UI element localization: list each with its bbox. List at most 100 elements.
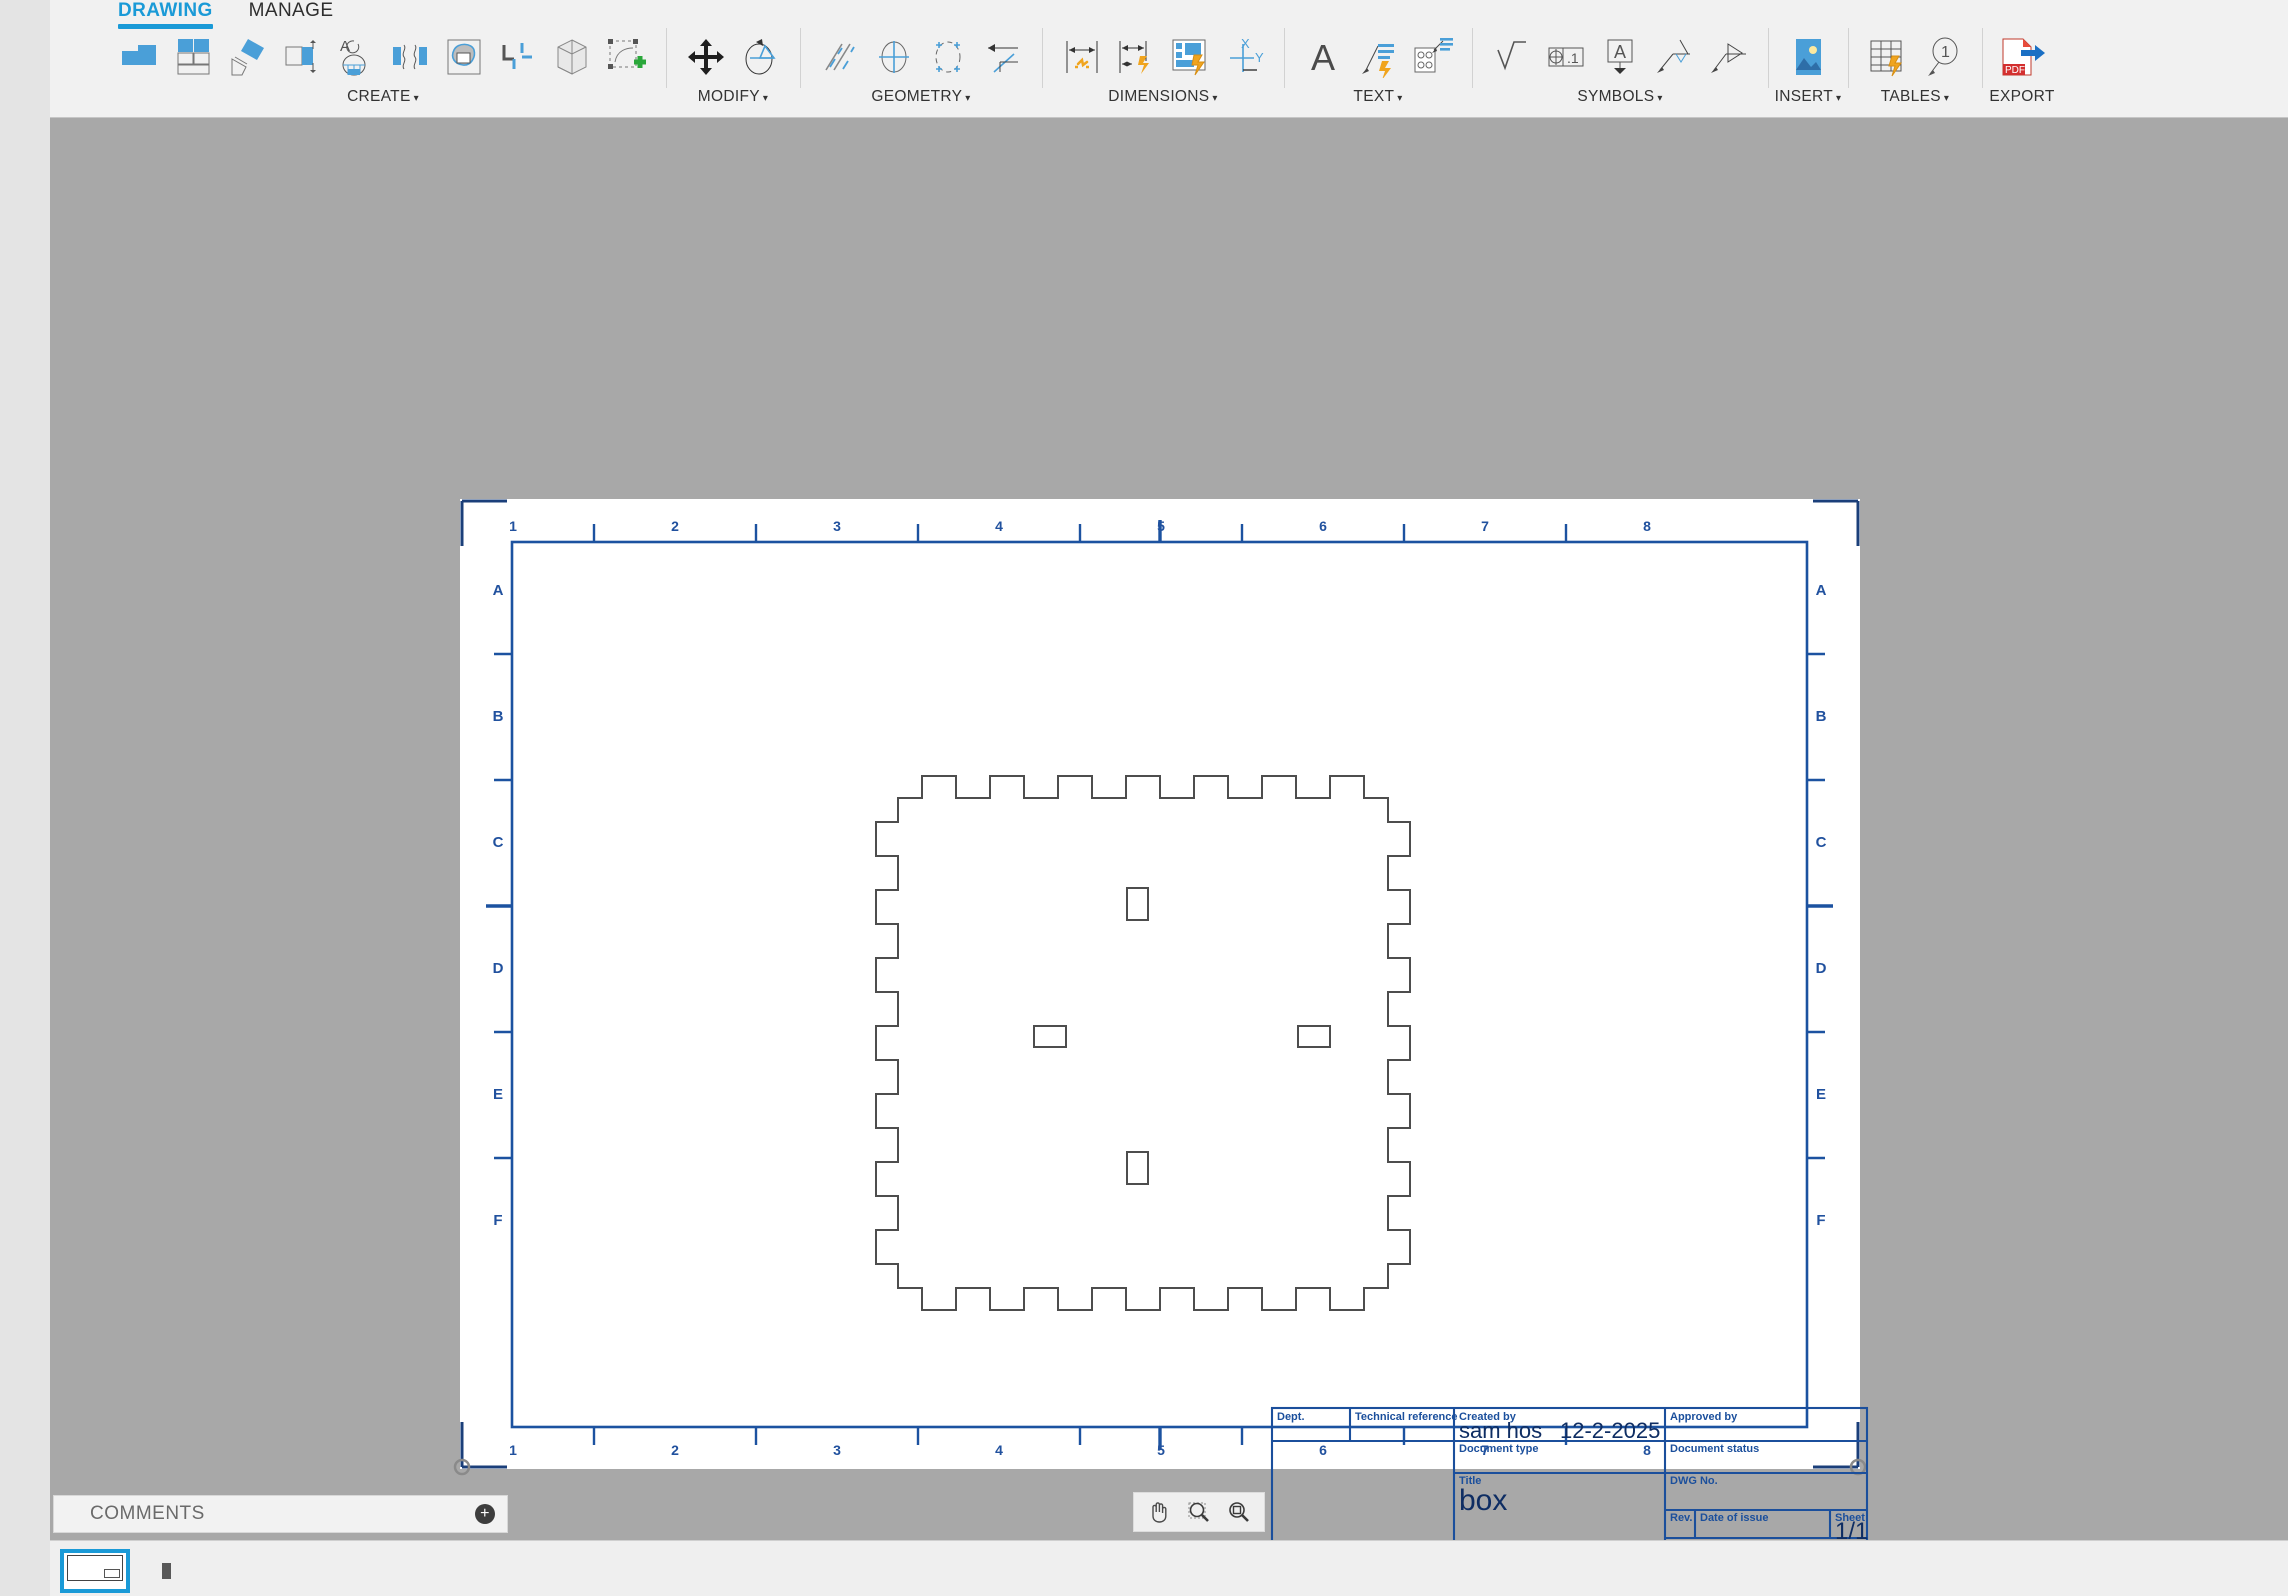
export-pdf-icon[interactable]: PDF [1996, 27, 2048, 87]
panel-dimensions-icons: XY [1048, 22, 1278, 92]
tb-value-createdby: sam hos [1459, 1418, 1542, 1443]
zone-letter-right-E: E [1816, 1086, 1826, 1103]
datum-identifier-icon[interactable]: A [1594, 27, 1646, 87]
balloon-icon[interactable]: 1 [1916, 27, 1968, 87]
zoom-fit-icon[interactable] [1220, 1495, 1258, 1529]
tb-caption-docstatus: Document status [1670, 1443, 1759, 1455]
zone-letter-left-D: D [493, 960, 504, 977]
move-icon[interactable] [680, 27, 732, 87]
edge-extension-icon[interactable] [976, 27, 1028, 87]
weld-symbol-icon[interactable] [1648, 27, 1700, 87]
centerline-icon[interactable] [814, 27, 866, 87]
svg-text:.1: .1 [1567, 50, 1579, 66]
auto-dimension-icon[interactable] [1164, 27, 1216, 87]
pan-icon[interactable] [1140, 1495, 1178, 1529]
left-rail [0, 0, 50, 1596]
zone-num-bot-1: 1 [509, 1442, 517, 1458]
surface-texture-icon[interactable] [1486, 27, 1538, 87]
zone-letter-left-F: F [493, 1212, 502, 1229]
isometric-view-icon[interactable] [546, 27, 598, 87]
chevron-down-icon: ▾ [762, 93, 769, 104]
zone-letter-right-F: F [1816, 1212, 1825, 1229]
add-comment-icon[interactable]: + [475, 1504, 495, 1524]
svg-text:A: A [1614, 42, 1626, 62]
drawing-canvas[interactable]: Dept. Technical reference Created by App… [50, 118, 2288, 1596]
leader-text-icon[interactable] [1352, 27, 1404, 87]
chevron-down-icon: ▾ [1943, 93, 1950, 104]
zone-num-top-7: 7 [1481, 518, 1489, 534]
panel-symbols: .1 A SYMBOLS ▾ [1472, 22, 1768, 106]
text-icon[interactable]: A [1298, 27, 1350, 87]
ribbon-panels: A CREATE ▾ MODIFY ▾ GEOMETRY ▾ X Y DIMEN… [100, 22, 2288, 118]
panel-text: A TEXT ▾ [1284, 22, 1472, 106]
panel-text-icons: A [1290, 22, 1466, 92]
section-view-icon[interactable] [276, 27, 328, 87]
tb-caption-techref: Technical reference [1355, 1411, 1458, 1423]
panel-symbols-label[interactable]: SYMBOLS ▾ [1577, 88, 1662, 106]
panel-insert: INSERT ▾ [1768, 22, 1848, 106]
fusion-drawing-workspace: DRAWING MANAGE A CREATE ▾ MODIFY ▾ GEOME… [0, 0, 2288, 1596]
zone-letter-left-E: E [493, 1086, 503, 1103]
break-view-icon[interactable] [384, 27, 436, 87]
panel-modify-icons [672, 22, 794, 92]
insert-image-icon[interactable] [1782, 27, 1834, 87]
zoom-window-icon[interactable] [1180, 1495, 1218, 1529]
tb-caption-doctype: Document type [1459, 1443, 1538, 1455]
panel-dimensions-label[interactable]: DIMENSIONS ▾ [1108, 88, 1218, 106]
zone-num-top-2: 2 [671, 518, 679, 534]
panel-modify-label[interactable]: MODIFY ▾ [698, 88, 768, 106]
zone-num-bot-4: 4 [995, 1442, 1003, 1458]
tb-caption-rev: Rev. [1670, 1512, 1692, 1524]
chevron-down-icon: ▾ [965, 93, 971, 104]
tb-caption-dept: Dept. [1277, 1411, 1305, 1423]
zone-num-bot-2: 2 [671, 1442, 679, 1458]
svg-text:1: 1 [1941, 44, 1950, 61]
feature-control-frame-icon[interactable]: .1 [1540, 27, 1592, 87]
origin-icon[interactable]: XY [1218, 27, 1270, 87]
table-icon[interactable] [1862, 27, 1914, 87]
panel-create-label[interactable]: CREATE ▾ [347, 88, 419, 106]
zone-letter-left-C: C [493, 834, 504, 851]
panel-export: PDF EXPORT [1982, 22, 2062, 106]
svg-text:A: A [1311, 37, 1335, 78]
zone-num-bot-5: 5 [1157, 1442, 1165, 1458]
panel-tables-icons: 1 [1854, 22, 1976, 92]
tb-value-title: box [1459, 1484, 1507, 1517]
svg-text:Y: Y [1255, 50, 1264, 65]
sheet-thumbnail-icon [67, 1555, 123, 1581]
base-view-icon[interactable] [114, 27, 166, 87]
panel-export-label[interactable]: EXPORT [1989, 88, 2054, 106]
panel-dimensions: XY DIMENSIONS ▾ [1042, 22, 1284, 106]
sheet-tab-sheet1[interactable] [60, 1549, 130, 1593]
chevron-down-icon: ▾ [1397, 93, 1403, 104]
add-sheet-icon[interactable] [162, 1563, 171, 1579]
projected-view-icon[interactable] [168, 27, 220, 87]
sketch-view-icon[interactable] [600, 27, 652, 87]
zone-num-bot-6: 6 [1319, 1442, 1327, 1458]
ordinate-dimension-icon[interactable] [1110, 27, 1162, 87]
chevron-down-icon: ▾ [413, 93, 419, 104]
panel-symbols-icons: .1 A [1478, 22, 1762, 92]
center-mark-icon[interactable] [868, 27, 920, 87]
rotate-icon[interactable] [734, 27, 786, 87]
zone-num-top-6: 6 [1319, 518, 1327, 534]
panel-insert-label[interactable]: INSERT ▾ [1775, 88, 1842, 106]
dimension-icon[interactable] [1056, 27, 1108, 87]
zone-letter-right-C: C [1816, 834, 1827, 851]
feature-identifier-icon[interactable] [1702, 27, 1754, 87]
navigation-bar [1133, 1492, 1265, 1532]
zone-letter-right-D: D [1816, 960, 1827, 977]
panel-text-label[interactable]: TEXT ▾ [1353, 88, 1402, 106]
auxiliary-view-icon[interactable] [222, 27, 274, 87]
crop-view-icon[interactable] [492, 27, 544, 87]
detail-view-icon[interactable]: A [330, 27, 382, 87]
break-out-view-icon[interactable] [438, 27, 490, 87]
panel-export-icons: PDF [1988, 22, 2056, 92]
svg-text:A: A [340, 38, 350, 55]
panel-geometry-label[interactable]: GEOMETRY ▾ [871, 88, 970, 106]
panel-tables-label[interactable]: TABLES ▾ [1881, 88, 1949, 106]
center-mark-pattern-icon[interactable] [922, 27, 974, 87]
note-icon[interactable] [1406, 27, 1458, 87]
zone-letter-left-B: B [493, 708, 504, 725]
zone-letter-right-B: B [1816, 708, 1827, 725]
